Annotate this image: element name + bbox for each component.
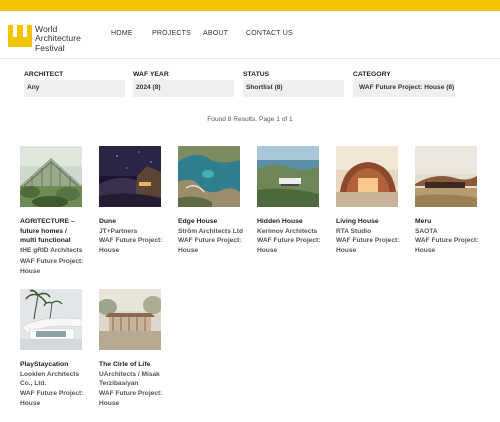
project-thumbnail[interactable]	[257, 146, 319, 207]
category-line: House	[99, 399, 120, 407]
category-line: House	[99, 246, 120, 254]
filter-architect-select[interactable]: Any	[24, 80, 125, 97]
architect-line: JT+Partners	[99, 227, 138, 235]
project-architect: Looklen Architects Co., Ltd.	[20, 370, 88, 389]
project-text: Meru SAOTA WAF Future Project: House	[415, 217, 483, 256]
nav-contact-us[interactable]: CONTACT US	[246, 30, 293, 37]
project-title[interactable]: multi functional	[20, 236, 88, 246]
brand-name[interactable]: World Architecture Festival	[35, 24, 81, 53]
filter-category-label: CATEGORY	[353, 71, 391, 78]
project-text: Hidden House Kerimov Architects WAF Futu…	[257, 217, 325, 256]
project-category: WAF Future Project: House	[99, 389, 167, 408]
filter-year-label: WAF YEAR	[133, 71, 169, 78]
architect-line: tHE gRID Architects	[20, 246, 83, 254]
category-line: WAF Future Project:	[257, 237, 321, 245]
project-text: Living House RTA Studio WAF Future Proje…	[336, 217, 404, 256]
top-accent-bar	[0, 0, 500, 11]
project-architect: Kerimov Architects	[257, 227, 325, 237]
filter-year-select[interactable]: 2024 (8)	[133, 80, 234, 97]
project-text: PlayStaycation Looklen Architects Co., L…	[20, 360, 88, 408]
category-line: House	[257, 246, 278, 254]
pavilion-forest-image	[99, 289, 161, 350]
category-line: House	[178, 246, 199, 254]
category-line: House	[415, 246, 436, 254]
project-text: Edge House Ström Architects Ltd WAF Futu…	[178, 217, 246, 256]
category-line: WAF Future Project:	[415, 237, 479, 245]
project-thumbnail[interactable]	[20, 289, 82, 350]
category-line: WAF Future Project:	[178, 237, 242, 245]
nav-projects[interactable]: PROJECTS	[152, 30, 191, 37]
project-thumbnail[interactable]	[99, 146, 161, 207]
category-line: WAF Future Project:	[99, 237, 163, 245]
project-thumbnail[interactable]	[20, 146, 82, 207]
waf-logo-icon[interactable]	[8, 25, 32, 47]
coastline-aerial-image	[178, 146, 240, 207]
project-category: WAF Future Project: House	[336, 236, 404, 255]
night-desert-image	[99, 146, 161, 207]
nav-about[interactable]: ABOUT	[203, 30, 228, 37]
project-thumbnail[interactable]	[336, 146, 398, 207]
category-line: WAF Future Project:	[20, 258, 84, 266]
project-category: WAF Future Project: House	[257, 236, 325, 255]
architect-line: Terzibasiyan	[99, 380, 139, 388]
project-title[interactable]: Dune	[99, 217, 167, 227]
project-category: WAF Future Project: House	[20, 389, 88, 408]
project-text: AGRITECTURE – future homes / multi funct…	[20, 217, 88, 277]
project-category: WAF Future Project: House	[99, 236, 167, 255]
project-title[interactable]: Hidden House	[257, 217, 325, 227]
project-category: WAF Future Project: House	[178, 236, 246, 255]
filter-status-select[interactable]: Shortlist (8)	[243, 80, 344, 97]
project-thumbnail[interactable]	[178, 146, 240, 207]
brand-line: Festival	[35, 42, 65, 53]
filter-architect-label: ARCHITECT	[24, 71, 64, 78]
coastal-hill-house-image	[257, 146, 319, 207]
results-count: Found 8 Results. Page 1 of 1	[207, 116, 293, 123]
architect-line: RTA Studio	[336, 227, 372, 235]
project-architect: JT+Partners	[99, 227, 167, 237]
architect-line: Ström Architects Ltd	[178, 227, 243, 235]
filter-category-select[interactable]: WAF Future Project: House (8)	[353, 80, 455, 97]
site-header: World Architecture Festival HOME PROJECT…	[0, 11, 500, 59]
project-title[interactable]: The Cirle of Life	[99, 360, 167, 370]
greenhouse-image	[20, 146, 82, 207]
project-architect: tHE gRID Architects	[20, 246, 88, 256]
category-line: WAF Future Project:	[20, 389, 84, 397]
category-line: House	[20, 399, 41, 407]
project-title[interactable]: PlayStaycation	[20, 360, 88, 370]
architect-line: UArchitects / Misak	[99, 370, 160, 378]
architect-line: Kerimov Architects	[257, 227, 318, 235]
category-line: House	[20, 267, 41, 275]
filter-status-label: STATUS	[243, 71, 270, 78]
savanna-roof-house-image	[415, 146, 477, 207]
project-text: Dune JT+Partners WAF Future Project: Hou…	[99, 217, 167, 256]
architect-line: Looklen Architects	[20, 370, 80, 378]
nav-home[interactable]: HOME	[111, 30, 133, 37]
project-title[interactable]: Living House	[336, 217, 404, 227]
category-line: WAF Future Project:	[336, 237, 400, 245]
project-architect: UArchitects / Misak Terzibasiyan	[99, 370, 167, 389]
project-title[interactable]: Edge House	[178, 217, 246, 227]
project-architect: Ström Architects Ltd	[178, 227, 246, 237]
project-title[interactable]: future homes /	[20, 227, 88, 237]
project-architect: SAOTA	[415, 227, 483, 237]
category-line: WAF Future Project:	[99, 389, 163, 397]
project-title[interactable]: Meru	[415, 217, 483, 227]
project-architect: RTA Studio	[336, 227, 404, 237]
project-title[interactable]: AGRITECTURE –	[20, 217, 88, 227]
project-thumbnail[interactable]	[99, 289, 161, 350]
white-villa-palms-image	[20, 289, 82, 350]
architect-line: Co., Ltd.	[20, 380, 47, 388]
project-thumbnail[interactable]	[415, 146, 477, 207]
curved-timber-house-image	[336, 146, 398, 207]
project-category: WAF Future Project: House	[415, 236, 483, 255]
architect-line: SAOTA	[415, 227, 438, 235]
project-text: The Cirle of Life UArchitects / Misak Te…	[99, 360, 167, 408]
project-category: WAF Future Project: House	[20, 257, 88, 276]
category-line: House	[336, 246, 357, 254]
